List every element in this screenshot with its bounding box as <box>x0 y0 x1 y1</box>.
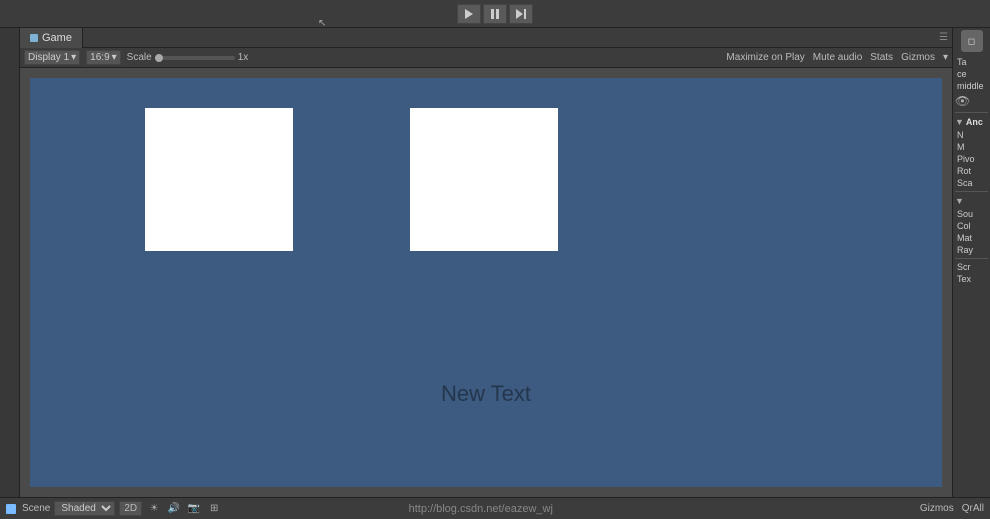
maximize-label[interactable]: Maximize on Play <box>726 52 804 63</box>
mode-2d-label[interactable]: 2D <box>119 501 142 516</box>
camera-icon[interactable]: 📷 <box>186 501 202 517</box>
game-panel: Game ☰ Display 1 ▾ 16:9 ▾ Scale 1x Ma <box>20 28 952 497</box>
game-canvas: New Text <box>30 78 942 487</box>
game-toolbar: Display 1 ▾ 16:9 ▾ Scale 1x Maximize on … <box>20 48 952 68</box>
main-area: Game ☰ Display 1 ▾ 16:9 ▾ Scale 1x Ma <box>0 28 990 497</box>
gizmos-chevron[interactable]: ▾ <box>943 52 948 63</box>
inspector-icon-row: ◻ <box>955 30 988 52</box>
shaded-select[interactable]: Shaded <box>54 501 115 516</box>
inspector-color-label: Col <box>955 220 988 232</box>
scene-icon <box>6 504 16 514</box>
display-dropdown[interactable]: Display 1 ▾ <box>24 50 80 65</box>
inspector-divider-1 <box>955 112 988 113</box>
inspector-script-label: Scr <box>955 261 988 273</box>
step-button[interactable] <box>509 4 533 24</box>
inspector-eye-row-2: ▼ <box>955 196 988 206</box>
anchor-section: ▼ Anc <box>955 115 988 129</box>
inspector-ta-label: Ta <box>955 56 988 68</box>
game-tab-icon <box>30 34 38 42</box>
stats-label[interactable]: Stats <box>870 52 893 63</box>
sun-icon[interactable]: ☀ <box>146 501 162 517</box>
bottom-center: http://blog.csdn.net/eazew_wj <box>409 503 553 515</box>
audio-icon[interactable]: 🔊 <box>166 501 182 517</box>
inspector-ce-label: ce <box>955 68 988 80</box>
top-toolbar: ↖ <box>0 0 990 28</box>
step-icon <box>516 9 526 19</box>
aspect-dropdown[interactable]: 16:9 ▾ <box>86 50 121 65</box>
tab-options-menu[interactable]: ☰ <box>939 32 952 43</box>
game-tab-label: Game <box>42 32 72 44</box>
inspector-scale-label: Sca <box>955 177 988 189</box>
gizmos-bottom-label[interactable]: Gizmos <box>920 503 954 514</box>
inspector-panel: ◻ Ta ce middle 👁 ▼ Anc N M Pivo Rot Sca … <box>952 28 990 497</box>
anchor-arrow[interactable]: ▼ <box>955 117 964 127</box>
game-tab[interactable]: Game <box>20 28 83 48</box>
gizmos-label[interactable]: Gizmos <box>901 52 935 63</box>
qall-label[interactable]: QrAll <box>962 503 984 514</box>
anchor-label: Anc <box>966 117 983 127</box>
scale-bar: Scale 1x <box>127 52 249 63</box>
toolbar-right: Maximize on Play Mute audio Stats Gizmos… <box>726 52 948 63</box>
mute-label[interactable]: Mute audio <box>813 52 862 63</box>
scale-track[interactable] <box>155 56 235 60</box>
scene-label[interactable]: Scene <box>22 503 50 514</box>
play-icon <box>465 9 473 19</box>
inspector-middle-label: middle <box>955 80 988 92</box>
inspector-pivot-label: Pivo <box>955 153 988 165</box>
pause-button[interactable] <box>483 4 507 24</box>
inspector-text-label: Tex <box>955 273 988 285</box>
inspector-cube-icon: ◻ <box>961 30 983 52</box>
game-tab-header: Game ☰ <box>20 28 952 48</box>
scale-thumb <box>155 54 163 62</box>
inspector-raycast-label: Ray <box>955 244 988 256</box>
inspector-material-label: Mat <box>955 232 988 244</box>
bottom-right: Gizmos QrAll <box>920 503 984 514</box>
white-box-2 <box>410 108 558 251</box>
inspector-divider-3 <box>955 258 988 259</box>
left-panel <box>0 28 20 497</box>
bottom-left: Scene Shaded 2D ☀ 🔊 📷 ⊞ <box>6 501 222 517</box>
collapse-arrow-2[interactable]: ▼ <box>955 196 964 206</box>
play-button[interactable] <box>457 4 481 24</box>
pause-icon <box>491 9 499 19</box>
inspector-source-label: Sou <box>955 208 988 220</box>
inspector-m-label: M <box>955 141 988 153</box>
canvas-text-label: New Text <box>441 381 531 407</box>
inspector-divider-2 <box>955 191 988 192</box>
settings-icon[interactable]: ⊞ <box>206 501 222 517</box>
game-viewport: New Text <box>20 68 952 497</box>
bottom-bar: Scene Shaded 2D ☀ 🔊 📷 ⊞ http://blog.csdn… <box>0 497 990 519</box>
inspector-eye-row: 👁 <box>955 94 988 108</box>
white-box-1 <box>145 108 293 251</box>
inspector-n-label: N <box>955 129 988 141</box>
eye-icon: 👁 <box>955 94 970 108</box>
inspector-rotation-label: Rot <box>955 165 988 177</box>
url-text: http://blog.csdn.net/eazew_wj <box>409 503 553 515</box>
